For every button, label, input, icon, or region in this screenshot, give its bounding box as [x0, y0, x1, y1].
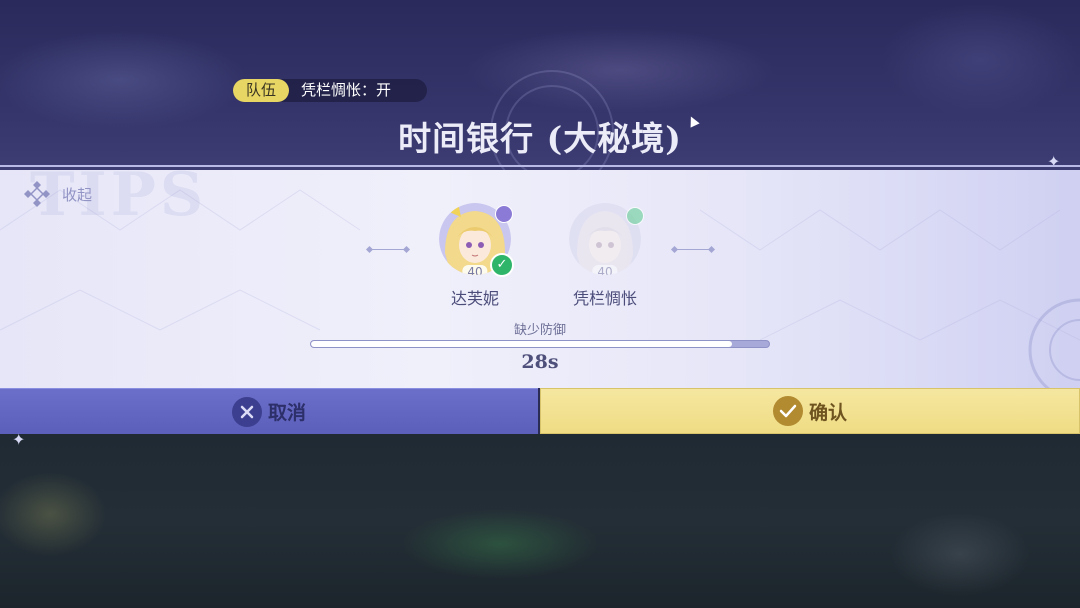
- confirm-button[interactable]: 确认: [540, 388, 1080, 434]
- party-member[interactable]: 40 凭栏惆怅: [550, 203, 660, 309]
- collapse-label: 收起: [62, 185, 93, 204]
- level-tag: 40: [592, 265, 618, 275]
- connector-line-left: [370, 249, 406, 250]
- cancel-label: 取消: [267, 402, 306, 424]
- x-circle-icon: [231, 396, 262, 427]
- element-badge-icon: [495, 205, 513, 223]
- sparkle-icon: ✦: [1047, 152, 1061, 171]
- collapse-button[interactable]: 收起: [22, 179, 92, 209]
- member-name: 达芙妮: [450, 289, 499, 308]
- progress-fill: [311, 341, 733, 347]
- progress-bar: [310, 340, 770, 348]
- progress-label: 缺少防御: [513, 323, 566, 338]
- sparkle-icon: ✦: [12, 430, 26, 449]
- level-tag: 40: [462, 265, 488, 275]
- member-name: 凭栏惆怅: [572, 289, 637, 308]
- ready-check-icon: ✓: [490, 253, 514, 277]
- background-scene-bottom: [0, 434, 1080, 608]
- dungeon-title: 时间银行 (大秘境): [398, 119, 682, 158]
- connector-line-right: [675, 249, 711, 250]
- confirm-label: 确认: [808, 401, 847, 424]
- check-circle-icon: [772, 396, 803, 426]
- team-tag: 队伍: [233, 79, 289, 102]
- party-member[interactable]: 40 ✓ 达芙妮: [420, 203, 530, 309]
- cancel-button[interactable]: 取消: [0, 388, 538, 434]
- team-status-text: 凭栏惆怅：开: [301, 81, 392, 99]
- countdown-timer: 28s: [521, 351, 559, 373]
- element-badge-icon: [626, 207, 644, 225]
- diamond-arrows-icon: [22, 179, 52, 209]
